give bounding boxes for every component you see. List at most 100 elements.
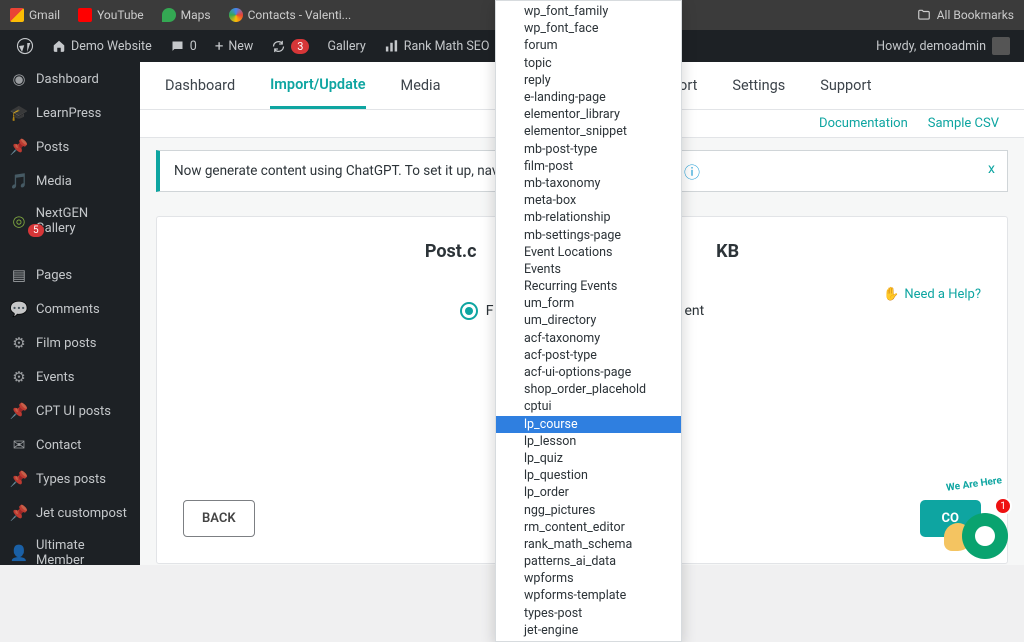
info-icon: ⓘ (684, 159, 700, 183)
need-help-link[interactable]: ✋ Need a Help? (883, 287, 981, 302)
dropdown-option[interactable]: Events (496, 261, 681, 278)
new-content[interactable]: + New (207, 30, 261, 62)
radio-label-left: F (486, 303, 494, 319)
home-icon (52, 39, 66, 53)
bookmark-maps[interactable]: Maps (162, 8, 211, 22)
dropdown-option[interactable]: wp_font_face (496, 20, 681, 37)
comment-icon (170, 39, 185, 54)
sidebar-item-cptui[interactable]: 📌CPT UI posts (0, 394, 140, 428)
dropdown-option[interactable]: um_directory (496, 312, 681, 329)
dropdown-option[interactable]: rank_math_schema (496, 536, 681, 553)
chat-notification-badge: 1 (994, 497, 1012, 515)
dropdown-option[interactable]: rm_content_editor (496, 519, 681, 536)
dropdown-option[interactable]: lp_order (496, 484, 681, 501)
sidebar-item-pages[interactable]: ▤Pages (0, 258, 140, 292)
sidebar-item-dashboard[interactable]: ◉Dashboard (0, 62, 140, 96)
wordpress-icon (16, 37, 34, 55)
tab-support[interactable]: Support (820, 64, 871, 107)
dropdown-option[interactable]: um_form (496, 295, 681, 312)
dropdown-option[interactable]: shop_order_placehold (496, 381, 681, 398)
howdy-user[interactable]: Howdy, demoadmin (876, 37, 1016, 55)
learnpress-icon: 🎓 (10, 104, 28, 122)
dropdown-option[interactable]: reply (496, 72, 681, 89)
sidebar-item-posts[interactable]: 📌Posts (0, 130, 140, 164)
dropdown-option[interactable]: mb-settings-page (496, 226, 681, 243)
dropdown-option[interactable]: wp_font_family (496, 3, 681, 20)
bookmark-youtube[interactable]: YouTube (78, 8, 144, 22)
dropdown-option[interactable]: Event Locations (496, 244, 681, 261)
dropdown-option[interactable]: acf-post-type (496, 347, 681, 364)
comments-icon: 💬 (10, 300, 28, 318)
comments-count[interactable]: 0 (162, 30, 205, 62)
bookmark-contacts[interactable]: Contacts - Valenti... (229, 8, 352, 22)
dropdown-option[interactable]: lp_question (496, 467, 681, 484)
dropdown-option[interactable]: lp_course (496, 416, 681, 433)
nextgen-icon: ◎ (10, 212, 28, 230)
radio-dot-icon (460, 302, 478, 320)
chat-bubble-icon (962, 513, 1008, 559)
pages-icon: ▤ (10, 266, 28, 284)
dropdown-option[interactable]: jet-engine (496, 622, 681, 639)
pin-icon: 📌 (10, 470, 28, 488)
wp-sidebar: ◉Dashboard 🎓LearnPress 📌Posts 🎵Media ◎Ne… (0, 62, 140, 565)
dropdown-option[interactable]: acf-taxonomy (496, 330, 681, 347)
dropdown-option[interactable]: ngg_pictures (496, 501, 681, 518)
dropdown-option[interactable]: meta-box (496, 192, 681, 209)
bookmark-gmail[interactable]: Gmail (10, 8, 60, 22)
nextgen-badge: 5 (28, 224, 44, 237)
documentation-link[interactable]: Documentation (819, 116, 908, 131)
sidebar-item-ultimate[interactable]: 👤Ultimate Member (0, 530, 140, 565)
dropdown-option[interactable]: topic (496, 55, 681, 72)
dropdown-option[interactable]: elementor_snippet (496, 123, 681, 140)
sample-csv-link[interactable]: Sample CSV (928, 116, 999, 131)
contacts-icon (229, 8, 243, 22)
gear-icon: ⚙ (10, 334, 28, 352)
sidebar-item-comments[interactable]: 💬Comments (0, 292, 140, 326)
dropdown-option[interactable]: Recurring Events (496, 278, 681, 295)
mail-icon: ✉ (10, 436, 28, 454)
bar-chart-icon (384, 39, 399, 54)
all-bookmarks[interactable]: All Bookmarks (917, 8, 1014, 22)
media-icon: 🎵 (10, 172, 28, 190)
tab-settings[interactable]: Settings (732, 64, 785, 107)
dropdown-option[interactable]: cptui (496, 398, 681, 415)
tab-media[interactable]: Media (401, 64, 441, 107)
dropdown-option[interactable]: wpforms (496, 570, 681, 587)
dropdown-option[interactable]: elementor_library (496, 106, 681, 123)
avatar (992, 37, 1010, 55)
tab-import-update[interactable]: Import/Update (270, 63, 365, 109)
sidebar-item-typesposts[interactable]: 📌Types posts (0, 462, 140, 496)
sidebar-item-filmposts[interactable]: ⚙Film posts (0, 326, 140, 360)
dropdown-option[interactable]: lp_quiz (496, 450, 681, 467)
chat-widget[interactable]: We Are Here 1 (936, 487, 1008, 559)
dropdown-option[interactable]: types-post (496, 605, 681, 622)
topbar-rankmath[interactable]: Rank Math SEO (376, 30, 498, 62)
sidebar-item-nextgen[interactable]: ◎NextGEN Gallery5 (0, 198, 140, 258)
wp-logo[interactable] (8, 30, 42, 62)
dropdown-option[interactable]: film-post (496, 158, 681, 175)
dropdown-option[interactable]: forum (496, 37, 681, 54)
sidebar-item-events[interactable]: ⚙Events (0, 360, 140, 394)
dropdown-option[interactable]: patterns_ai_data (496, 553, 681, 570)
notice-close[interactable]: x (988, 161, 995, 177)
dropdown-option[interactable]: mb-relationship (496, 209, 681, 226)
sidebar-item-contact[interactable]: ✉Contact (0, 428, 140, 462)
back-button[interactable]: BACK (183, 500, 255, 537)
post-type-dropdown[interactable]: wp_font_familywp_font_faceforumtopicrepl… (495, 0, 682, 642)
site-name[interactable]: Demo Website (44, 30, 160, 62)
user-icon: 👤 (10, 544, 28, 562)
updates[interactable]: 3 (263, 30, 317, 62)
radio-label-right: ent (685, 303, 705, 319)
topbar-gallery[interactable]: Gallery (319, 30, 373, 62)
dropdown-option[interactable]: e-landing-page (496, 89, 681, 106)
sidebar-item-jet[interactable]: 📌Jet custompost (0, 496, 140, 530)
sidebar-item-learnpress[interactable]: 🎓LearnPress (0, 96, 140, 130)
dropdown-option[interactable]: acf-ui-options-page (496, 364, 681, 381)
dropdown-option[interactable]: mb-post-type (496, 141, 681, 158)
tab-dashboard[interactable]: Dashboard (165, 64, 235, 107)
dropdown-option[interactable]: mb-taxonomy (496, 175, 681, 192)
dropdown-option[interactable]: lp_lesson (496, 433, 681, 450)
dashboard-icon: ◉ (10, 70, 28, 88)
dropdown-option[interactable]: wpforms-template (496, 587, 681, 604)
sidebar-item-media[interactable]: 🎵Media (0, 164, 140, 198)
